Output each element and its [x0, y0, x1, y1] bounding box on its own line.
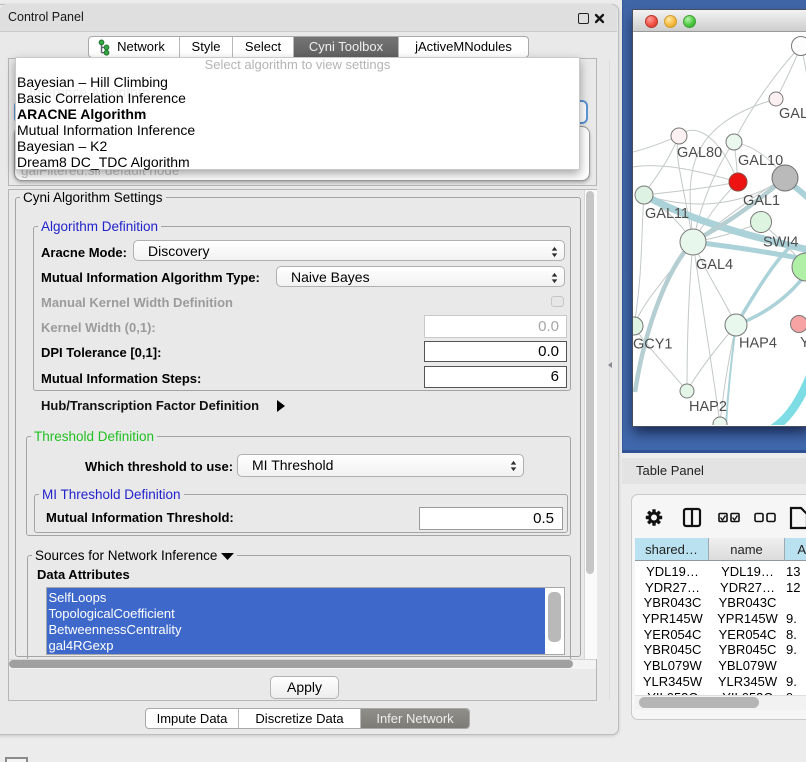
svg-text:Y: Y [800, 335, 806, 351]
svg-text:GAL10: GAL10 [738, 153, 783, 169]
svg-text:GAL4: GAL4 [696, 257, 733, 273]
svg-text:HAP4: HAP4 [739, 336, 777, 352]
svg-text:GAL80: GAL80 [677, 145, 722, 161]
svg-text:GAL11: GAL11 [645, 206, 689, 222]
svg-text:HAP2: HAP2 [689, 399, 727, 415]
svg-text:GCY1: GCY1 [633, 337, 673, 353]
svg-text:GAL: GAL [779, 106, 806, 122]
svg-text:GAL1: GAL1 [743, 193, 780, 209]
svg-text:SWI4: SWI4 [763, 235, 798, 251]
